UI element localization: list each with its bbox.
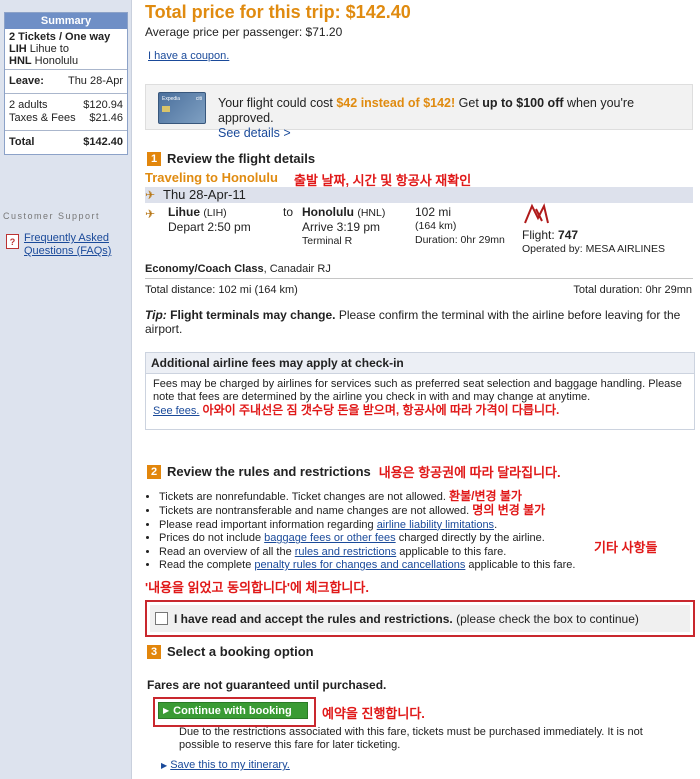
annotation-check: '내용을 읽었고 동의합니다'에 체크합니다.	[145, 580, 369, 595]
faq-link[interactable]: Frequently Asked Questions (FAQs)	[24, 232, 116, 258]
duration: Duration: 0hr 29mn	[415, 234, 505, 246]
continue-button-outline: ▶ Continue with booking	[153, 697, 316, 727]
trip-type: 2 Tickets / One way	[9, 31, 111, 43]
step3-title: Select a booking option	[167, 644, 314, 659]
trip-destination: HNL Honolulu	[9, 55, 79, 67]
continue-booking-button[interactable]: ▶ Continue with booking	[158, 702, 308, 719]
airplane-icon: ✈	[145, 207, 156, 221]
terminal: Terminal R	[302, 235, 353, 247]
step2-title: Review the rules and restrictions	[167, 464, 371, 479]
arrow-right-icon: ▶	[163, 706, 170, 715]
total-row: Total $142.40	[9, 136, 123, 148]
step1-number: 1	[147, 151, 161, 166]
rule-item: Tickets are nontransferable and name cha…	[159, 504, 693, 518]
see-fees-link[interactable]: See fees.	[153, 405, 199, 417]
annotation-other: 기타 사항들	[594, 540, 658, 555]
destination-title: Traveling to Honolulu	[145, 170, 278, 185]
annotation-rules: 내용은 항공권에 따라 달라집니다.	[378, 465, 561, 480]
terminal-tip: Tip: Flight terminals may change. Please…	[145, 308, 681, 336]
flight-number: 747	[558, 228, 579, 242]
airplane-icon: ✈	[145, 188, 156, 202]
trip-info: 2 Tickets / One way LIH Lihue to HNL Hon…	[5, 29, 127, 70]
flight-date: Thu 28-Apr-11	[163, 187, 246, 202]
accept-rules-label[interactable]: I have read and accept the rules and res…	[150, 605, 690, 632]
summary-title: Summary	[5, 13, 127, 29]
rules-list: Tickets are nonrefundable. Ticket change…	[145, 489, 693, 572]
cabin-class: Economy/Coach Class, Canadair RJ	[145, 263, 331, 275]
save-itinerary: ▶ Save this to my itinerary.	[161, 759, 290, 771]
save-itinerary-link[interactable]: Save this to my itinerary.	[170, 759, 290, 771]
operated-by: Operated by: MESA AIRLINES	[522, 243, 665, 255]
flight-segment: ✈ Lihue (LIH) Depart 2:50 pm to Honolulu…	[145, 203, 665, 255]
liability-link[interactable]: airline liability limitations	[377, 519, 494, 531]
rules-restrictions-link[interactable]: rules and restrictions	[295, 546, 397, 558]
trip-origin: LIH Lihue to	[9, 43, 69, 55]
arrow-right-icon: ▶	[161, 761, 168, 770]
annotation-continue: 예약을 진행합니다.	[322, 706, 425, 721]
annotation-fees: 아와이 주내선은 짐 갯수당 돈을 받으며, 항공사에 따라 가격이 다릅니다.	[202, 403, 560, 417]
summary-box: Summary 2 Tickets / One way LIH Lihue to…	[4, 12, 128, 155]
step1-title: Review the flight details	[167, 151, 316, 166]
depart-time: Depart 2:50 pm	[168, 220, 251, 234]
accept-rules-checkbox[interactable]	[155, 612, 168, 625]
divider	[145, 278, 693, 279]
step2-number: 2	[147, 464, 161, 479]
total-price-title: Total price for this trip: $142.40	[145, 2, 411, 22]
faq-section: ? Frequently Asked Questions (FAQs)	[6, 232, 116, 258]
baggage-fees-link[interactable]: baggage fees or other fees	[264, 532, 395, 544]
fares-note: Fares are not guaranteed until purchased…	[147, 678, 387, 692]
annotation-nontransferable: 명의 변경 불가	[472, 503, 546, 518]
leave-row: Leave: Thu 28-Apr	[5, 70, 127, 94]
step1-header: 1 Review the flight details	[147, 151, 315, 166]
distance-mi: 102 mi	[415, 205, 452, 219]
total-distance: Total distance: 102 mi (164 km)	[145, 284, 298, 296]
price-breakdown: 2 adults $120.94 Taxes & Fees $21.46	[5, 94, 127, 131]
airline-logo-icon	[522, 203, 562, 228]
depart-city: Lihue	[168, 205, 200, 219]
step3-number: 3	[147, 644, 161, 659]
flight-label: Flight:	[522, 228, 555, 242]
arrive-city: Honolulu	[302, 205, 354, 219]
step3-header: 3 Select a booking option	[147, 644, 314, 659]
rule-item: Tickets are nonrefundable. Ticket change…	[159, 489, 693, 504]
accept-rules-box: I have read and accept the rules and res…	[145, 600, 695, 637]
fees-title: Additional airline fees may apply at che…	[146, 353, 694, 374]
airline-fees-box: Additional airline fees may apply at che…	[145, 352, 695, 430]
to-word: to	[283, 205, 294, 219]
rule-item: Read the complete penalty rules for chan…	[159, 559, 693, 572]
credit-card-icon: Expedia citi	[158, 92, 206, 124]
coupon-link[interactable]: I have a coupon.	[148, 50, 229, 62]
credit-card-promo: Expedia citi Your flight could cost $42 …	[145, 84, 693, 140]
distance-km: (164 km)	[415, 220, 457, 232]
average-price: Average price per passenger: $71.20	[145, 25, 343, 39]
help-icon: ?	[6, 234, 19, 249]
see-details-link[interactable]: See details >	[218, 126, 291, 140]
total-duration: Total duration: 0hr 29mn	[573, 284, 692, 296]
customer-support-title: Customer Support	[3, 211, 101, 221]
step2-header: 2 Review the rules and restrictions 내용은 …	[147, 462, 561, 481]
rule-item: Please read important information regard…	[159, 519, 693, 532]
annotation-nonrefundable: 환불/변경 불가	[449, 489, 522, 503]
sidebar: Summary 2 Tickets / One way LIH Lihue to…	[0, 0, 132, 779]
flight-date-bar: ✈ Thu 28-Apr-11	[145, 187, 693, 203]
arrive-time: Arrive 3:19 pm	[302, 220, 381, 234]
penalty-rules-link[interactable]: penalty rules for changes and cancellati…	[254, 559, 465, 571]
fees-body: Fees may be charged by airlines for serv…	[153, 378, 682, 403]
restriction-note: Due to the restrictions associated with …	[179, 726, 643, 751]
promo-text: Your flight could cost $42 instead of $1…	[218, 96, 635, 140]
